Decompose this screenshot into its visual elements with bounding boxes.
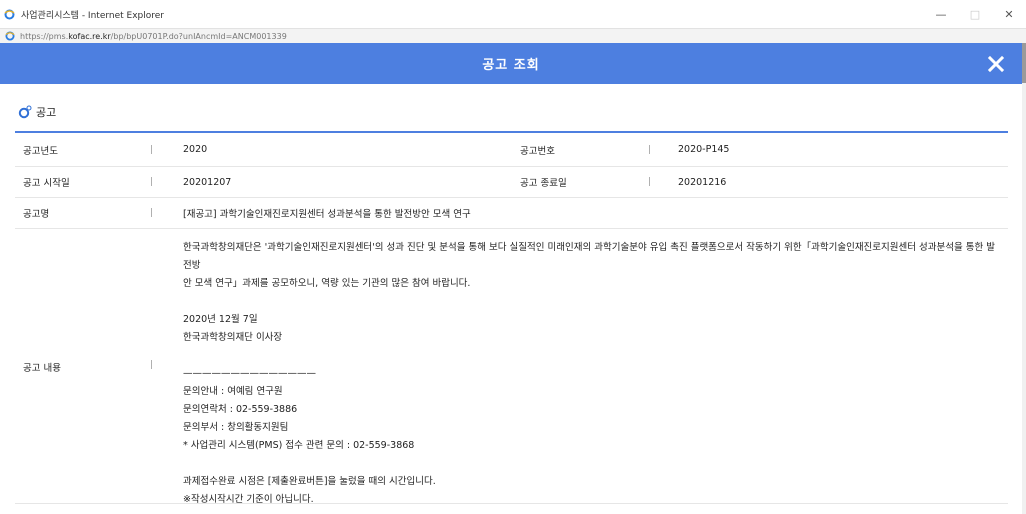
- contact-dept: 문의부서 : 창의활동지원팀: [183, 422, 289, 433]
- minimize-button[interactable]: —: [924, 0, 958, 28]
- url-prefix: https://pms.: [20, 31, 69, 41]
- address-bar[interactable]: https://pms.kofac.re.kr/bp/bpU0701P.do?u…: [0, 28, 1026, 43]
- table-row: 공고명 | [재공고] 과학기술인재진로지원센터 성과분석을 통한 발전방안 모…: [15, 198, 1008, 229]
- content-label: 공고 내용: [23, 363, 61, 374]
- name-label: 공고명: [23, 209, 50, 220]
- window-title: 사업관리시스템 - Internet Explorer: [21, 10, 164, 21]
- pms-contact: * 사업관리 시스템(PMS) 접수 관련 문의 : 02-559-3868: [183, 440, 415, 451]
- bullet-ring-icon: [18, 105, 32, 119]
- url-host: kofac.re.kr: [68, 31, 111, 41]
- scrollbar-thumb[interactable]: [1022, 43, 1026, 83]
- name-value: [재공고] 과학기술인재진로지원센터 성과분석을 통한 발전방안 모색 연구: [183, 209, 471, 220]
- announcement-table: 공고년도 | 2020 공고번호 | 2020-P145 공고 시작일 | 20…: [15, 131, 1008, 505]
- announcement-date: 2020년 12월 7일: [183, 314, 258, 325]
- intro-paragraph: 한국과학창의재단은 '과학기술인재진로지원센터'의 성과 진단 및 분석을 통해…: [183, 239, 1003, 293]
- page-favicon-icon: [5, 31, 15, 41]
- divider-line: ——————————————: [183, 368, 316, 379]
- separator: |: [150, 208, 154, 218]
- signer: 한국과학창의재단 이사장: [183, 332, 283, 343]
- contact-phone: 문의연락처 : 02-559-3886: [183, 404, 298, 415]
- end-date-label: 공고 종료일: [520, 178, 567, 189]
- note-line-2: ※작성시작시간 기준이 아닙니다.: [183, 494, 314, 505]
- separator: |: [150, 144, 154, 155]
- notes-block: 과제접수완료 시점은 [제출완료버튼]을 눌렀을 때의 시간입니다. ※작성시작…: [183, 473, 1003, 509]
- number-label: 공고번호: [520, 145, 555, 157]
- intro-line-2: 안 모색 연구」과제를 공모하오니, 역량 있는 기관의 많은 참여 바랍니다.: [183, 278, 471, 289]
- table-row: 공고 시작일 | 20201207 공고 종료일 | 20201216: [15, 167, 1008, 198]
- window-close-button[interactable]: ✕: [992, 0, 1026, 28]
- maximize-button[interactable]: □: [958, 0, 992, 28]
- window-titlebar: 사업관리시스템 - Internet Explorer — □ ✕: [0, 0, 1026, 28]
- end-date-value: 20201216: [678, 176, 727, 188]
- start-date-value: 20201207: [183, 176, 232, 188]
- popup-header: 공고 조회: [0, 43, 1022, 84]
- internet-explorer-icon: [4, 9, 15, 20]
- intro-line-1: 한국과학창의재단은 '과학기술인재진로지원센터'의 성과 진단 및 분석을 통해…: [183, 242, 995, 271]
- contact-person: 문의안내 : 여예림 연구원: [183, 386, 283, 397]
- address-url: https://pms.kofac.re.kr/bp/bpU0701P.do?u…: [20, 32, 287, 41]
- separator: |: [150, 360, 154, 370]
- number-value: 2020-P145: [678, 144, 730, 155]
- note-line-1: 과제접수완료 시점은 [제출완료버튼]을 눌렀을 때의 시간입니다.: [183, 476, 436, 487]
- content-row: 공고 내용 | 한국과학창의재단은 '과학기술인재진로지원센터'의 성과 진단 …: [15, 229, 1008, 505]
- year-label: 공고년도: [23, 145, 58, 157]
- contact-block: —————————————— 문의안내 : 여예림 연구원 문의연락처 : 02…: [183, 365, 1003, 455]
- popup-title: 공고 조회: [482, 58, 540, 73]
- section-title: 공고: [36, 106, 57, 119]
- table-row: 공고년도 | 2020 공고번호 | 2020-P145: [15, 133, 1008, 167]
- separator: |: [648, 177, 652, 187]
- url-path: /bp/bpU0701P.do?unIAncmId=ANCM001339: [110, 31, 287, 41]
- signature-block: 2020년 12월 7일 한국과학창의재단 이사장: [183, 311, 1003, 347]
- window-controls: — □ ✕: [924, 0, 1026, 28]
- start-date-label: 공고 시작일: [23, 178, 70, 189]
- separator: |: [150, 177, 154, 187]
- close-icon[interactable]: [984, 52, 1008, 76]
- vertical-scrollbar[interactable]: [1022, 43, 1026, 514]
- separator: |: [648, 144, 652, 155]
- announcement-content: 한국과학창의재단은 '과학기술인재진로지원센터'의 성과 진단 및 분석을 통해…: [183, 239, 1003, 514]
- section-heading: 공고: [18, 104, 56, 120]
- year-value: 2020: [183, 144, 208, 155]
